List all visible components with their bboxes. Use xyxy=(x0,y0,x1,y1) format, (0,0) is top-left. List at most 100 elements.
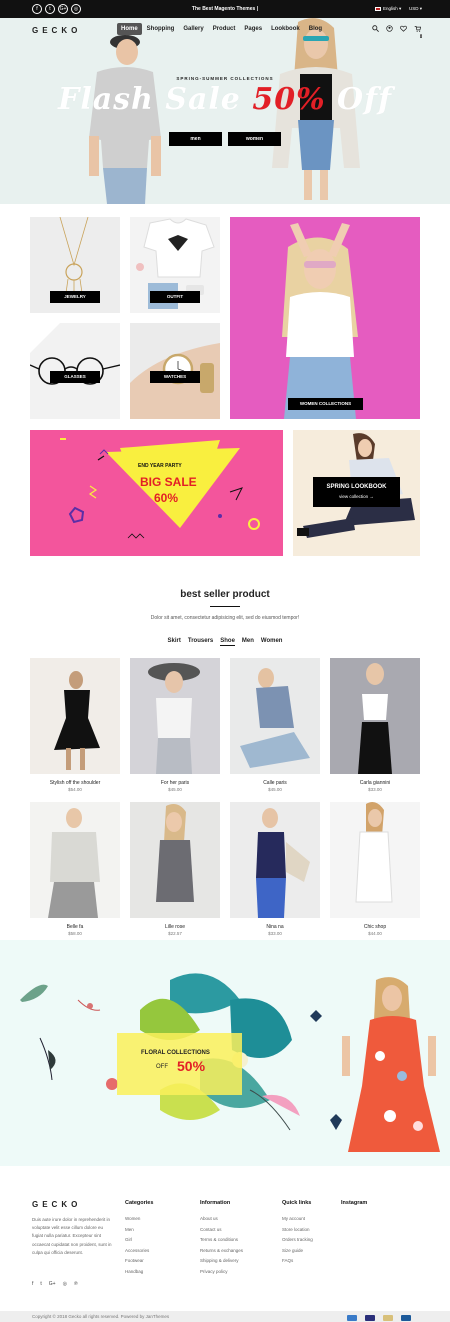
cart-count-badge: 0 xyxy=(420,34,422,38)
product-name[interactable]: Lille rose xyxy=(130,924,220,930)
product-price: $54.00 xyxy=(68,787,82,792)
product-card[interactable]: Stylish off the shoulder $54.00 xyxy=(30,658,120,792)
copyright-bar: Copyright © 2018 Gecko all rights reserv… xyxy=(0,1311,450,1322)
footer-link[interactable]: Footwear xyxy=(125,1256,153,1267)
product-image[interactable] xyxy=(30,658,120,774)
product-card[interactable]: For her paris $45.00 xyxy=(130,658,220,792)
pinterest-icon[interactable]: ℗ xyxy=(74,1281,78,1287)
footer-link[interactable]: Accessories xyxy=(125,1246,153,1257)
shop-men-button[interactable]: men xyxy=(169,132,222,146)
product-name[interactable]: Stylish off the shoulder xyxy=(30,780,120,786)
menu-pages[interactable]: Pages xyxy=(240,23,266,35)
product-name[interactable]: Chic shop xyxy=(330,924,420,930)
footer-quick-links: Quick links My account Store location Or… xyxy=(282,1200,313,1267)
product-card[interactable]: Chic shop $44.00 xyxy=(330,802,420,936)
footer-heading: Instagram xyxy=(341,1200,368,1206)
category-label: WOMEN COLLECTIONS xyxy=(288,398,363,410)
category-glasses[interactable]: GLASSES xyxy=(30,323,120,419)
wishlist-icon[interactable] xyxy=(399,25,407,33)
footer-link[interactable]: About us xyxy=(200,1214,243,1225)
footer-link[interactable]: Orders tracking xyxy=(282,1235,313,1246)
product-card[interactable]: Calle paris $45.00 xyxy=(230,658,320,792)
copyright-text: Copyright © 2018 Gecko all rights reserv… xyxy=(32,1314,170,1319)
shop-women-button[interactable]: women xyxy=(228,132,281,146)
site-logo[interactable]: GECKO xyxy=(32,26,81,35)
lookbook-title: SPRING LOOKBOOK xyxy=(326,484,387,490)
sale-title: BIG SALE xyxy=(140,475,197,489)
tab-skirt[interactable]: Skirt xyxy=(168,638,181,646)
category-outfit[interactable]: OUTFIT xyxy=(130,217,220,313)
footer-link[interactable]: Store location xyxy=(282,1225,313,1236)
product-card[interactable]: Nina na $33.00 xyxy=(230,802,320,936)
language-select[interactable]: English ▾ xyxy=(375,6,401,12)
currency-select[interactable]: USD ▾ xyxy=(409,6,422,12)
cart-icon[interactable]: 0 xyxy=(413,25,422,38)
product-image[interactable] xyxy=(330,802,420,918)
footer-link[interactable]: Women xyxy=(125,1214,153,1225)
product-image[interactable] xyxy=(130,658,220,774)
spring-lookbook-banner[interactable]: SPRING LOOKBOOK view collection → xyxy=(293,430,420,556)
footer-link[interactable]: My account xyxy=(282,1214,313,1225)
product-image[interactable] xyxy=(30,802,120,918)
view-collection-link[interactable]: view collection → xyxy=(313,494,400,499)
floral-title: FLORAL COLLECTIONS xyxy=(141,1050,210,1056)
floral-collection-banner[interactable]: FLORAL COLLECTIONS OFF 50% xyxy=(0,940,450,1166)
product-image[interactable] xyxy=(330,658,420,774)
product-card[interactable]: Lille rose $22.57 xyxy=(130,802,220,936)
menu-shopping[interactable]: Shopping xyxy=(143,23,179,35)
product-price: $58.00 xyxy=(68,931,82,936)
floral-off-label: OFF xyxy=(156,1064,168,1070)
menu-product[interactable]: Product xyxy=(209,23,240,35)
product-image[interactable] xyxy=(230,658,320,774)
big-sale-banner[interactable]: END YEAR PARTY BIG SALE 60% xyxy=(30,430,283,556)
footer-link[interactable]: Contact us xyxy=(200,1225,243,1236)
payment-icon-amex xyxy=(347,1315,357,1321)
footer-link[interactable]: Returns & exchanges xyxy=(200,1246,243,1257)
footer-link[interactable]: Terms & conditions xyxy=(200,1235,243,1246)
product-image[interactable] xyxy=(130,802,220,918)
instagram-icon[interactable]: ◎ xyxy=(63,1281,67,1287)
footer-link[interactable]: Size guide xyxy=(282,1246,313,1257)
product-name[interactable]: Carla giannini xyxy=(330,780,420,786)
women-collection-image xyxy=(282,223,358,419)
sale-label: END YEAR PARTY xyxy=(138,463,182,469)
product-image[interactable] xyxy=(230,802,320,918)
payment-icon-paypal xyxy=(401,1315,411,1321)
twitter-icon[interactable]: t xyxy=(40,1281,41,1287)
product-tabs: Skirt Trousers Shoe Men Women xyxy=(0,638,450,646)
facebook-icon[interactable]: f xyxy=(32,1281,33,1287)
product-card[interactable]: Belle fa $58.00 xyxy=(30,802,120,936)
footer-link[interactable]: FAQs xyxy=(282,1256,313,1267)
footer-link[interactable]: Privacy policy xyxy=(200,1267,243,1278)
product-price: $45.00 xyxy=(268,787,282,792)
user-icon[interactable] xyxy=(385,25,393,33)
product-name[interactable]: Belle fa xyxy=(30,924,120,930)
hero-subtitle: SPRING-SUMMER COLLECTIONS xyxy=(176,76,274,81)
category-label: GLASSES xyxy=(50,371,100,383)
menu-lookbook[interactable]: Lookbook xyxy=(267,23,304,35)
category-women-collections[interactable]: WOMEN COLLECTIONS xyxy=(230,217,420,419)
tab-trousers[interactable]: Trousers xyxy=(188,638,213,646)
footer-link[interactable]: Handbag xyxy=(125,1267,153,1278)
tab-shoe[interactable]: Shoe xyxy=(220,638,235,646)
category-label: OUTFIT xyxy=(150,291,200,303)
menu-blog[interactable]: Blog xyxy=(305,23,326,35)
category-jewelry[interactable]: JEWELRY xyxy=(30,217,120,313)
category-watches[interactable]: WATCHES xyxy=(130,323,220,419)
google-plus-icon[interactable]: G+ xyxy=(49,1281,56,1287)
product-name[interactable]: Nina na xyxy=(230,924,320,930)
footer-link[interactable]: Men xyxy=(125,1225,153,1236)
tab-women[interactable]: Women xyxy=(261,638,283,646)
product-name[interactable]: Calle paris xyxy=(230,780,320,786)
product-name[interactable]: For her paris xyxy=(130,780,220,786)
search-icon[interactable] xyxy=(371,25,379,33)
tab-men[interactable]: Men xyxy=(242,638,254,646)
product-card[interactable]: Carla giannini $33.00 xyxy=(330,658,420,792)
footer-link[interactable]: Shipping & delivery xyxy=(200,1256,243,1267)
menu-home[interactable]: Home xyxy=(117,23,142,35)
sale-percent: 60% xyxy=(154,491,179,505)
footer-logo[interactable]: GECKO xyxy=(32,1200,81,1209)
footer-social-links: f t G+ ◎ ℗ xyxy=(32,1281,78,1287)
menu-gallery[interactable]: Gallery xyxy=(179,23,207,35)
footer-link[interactable]: Girl xyxy=(125,1235,153,1246)
